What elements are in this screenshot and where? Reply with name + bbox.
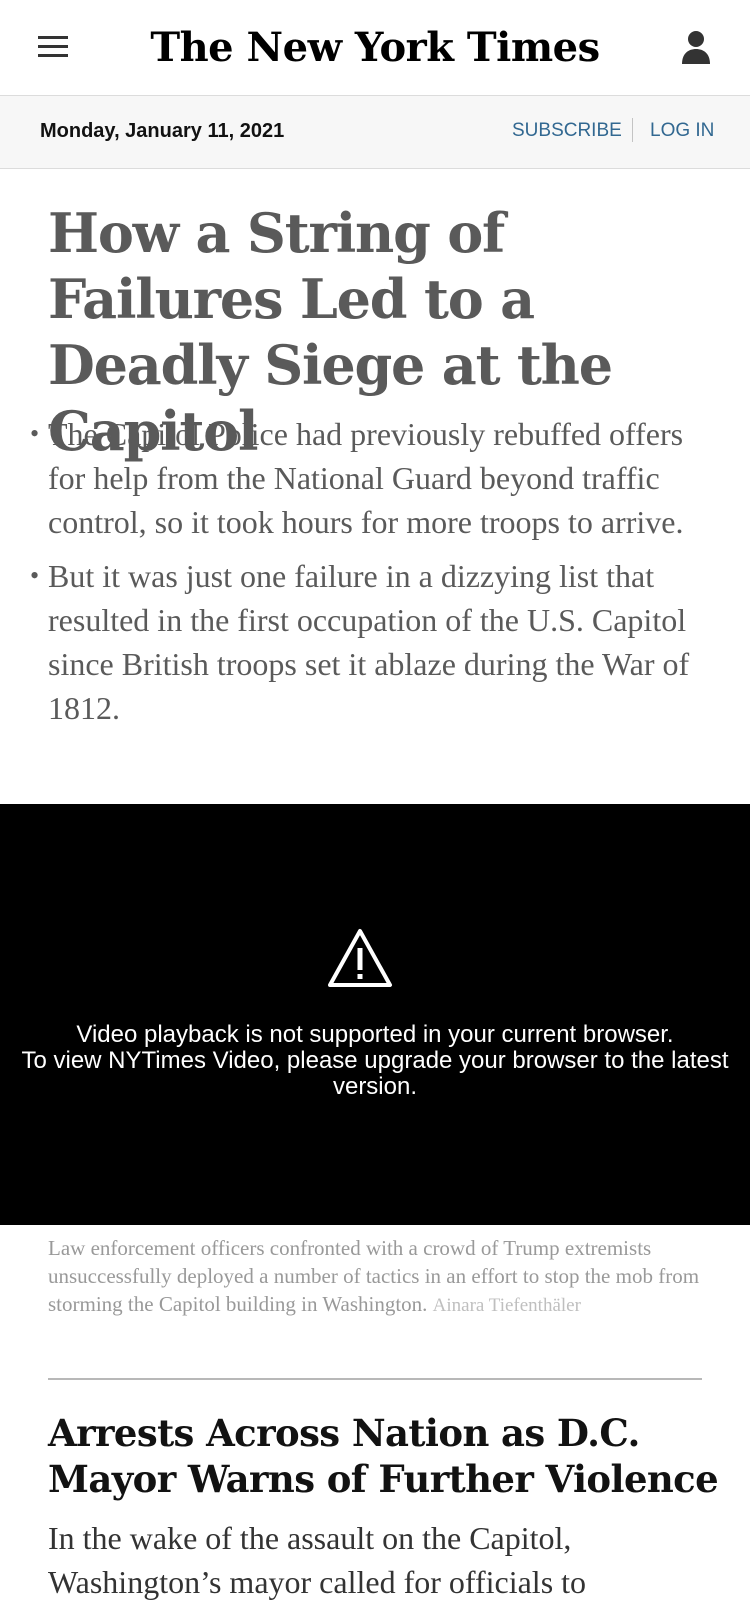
summary-item: • But it was just one failure in a dizzy… (30, 554, 720, 730)
divider (632, 118, 633, 142)
section-divider (48, 1378, 702, 1380)
bullet-icon: • (30, 419, 40, 448)
caption-text: Law enforcement officers confronted with… (48, 1236, 700, 1316)
login-link[interactable]: LOG IN (650, 120, 714, 142)
subscribe-link[interactable]: SUBSCRIBE (512, 120, 622, 142)
video-caption: Law enforcement officers confronted with… (48, 1234, 708, 1320)
second-summary: In the wake of the assault on the Capito… (48, 1520, 587, 1600)
second-headline[interactable]: Arrests Across Nation as D.C. Mayor Warn… (48, 1410, 738, 1502)
video-unsupported-message: Video playback is not supported in your … (0, 1022, 750, 1100)
summary-text: The Capitol Police had previously rebuff… (48, 416, 684, 540)
masthead: The New York Times (0, 0, 750, 96)
summary-item: • The Capitol Police had previously rebu… (30, 412, 720, 544)
summary-text: But it was just one failure in a dizzyin… (48, 558, 690, 726)
video-message-line: Video playback is not supported in your … (76, 1021, 674, 1048)
lead-summary-list: • The Capitol Police had previously rebu… (30, 412, 720, 740)
video-message-line: To view NYTimes Video, please upgrade yo… (21, 1047, 729, 1100)
nyt-logo[interactable]: The New York Times (0, 18, 750, 78)
caption-credit: Ainara Tiefenthäler (432, 1295, 581, 1316)
warning-triangle-icon (327, 928, 393, 988)
date-bar: Monday, January 11, 2021 SUBSCRIBE LOG I… (0, 96, 750, 169)
current-date: Monday, January 11, 2021 (40, 120, 285, 142)
bullet-icon: • (30, 561, 40, 590)
video-player[interactable] (0, 804, 750, 1225)
user-account-icon[interactable] (680, 29, 712, 65)
